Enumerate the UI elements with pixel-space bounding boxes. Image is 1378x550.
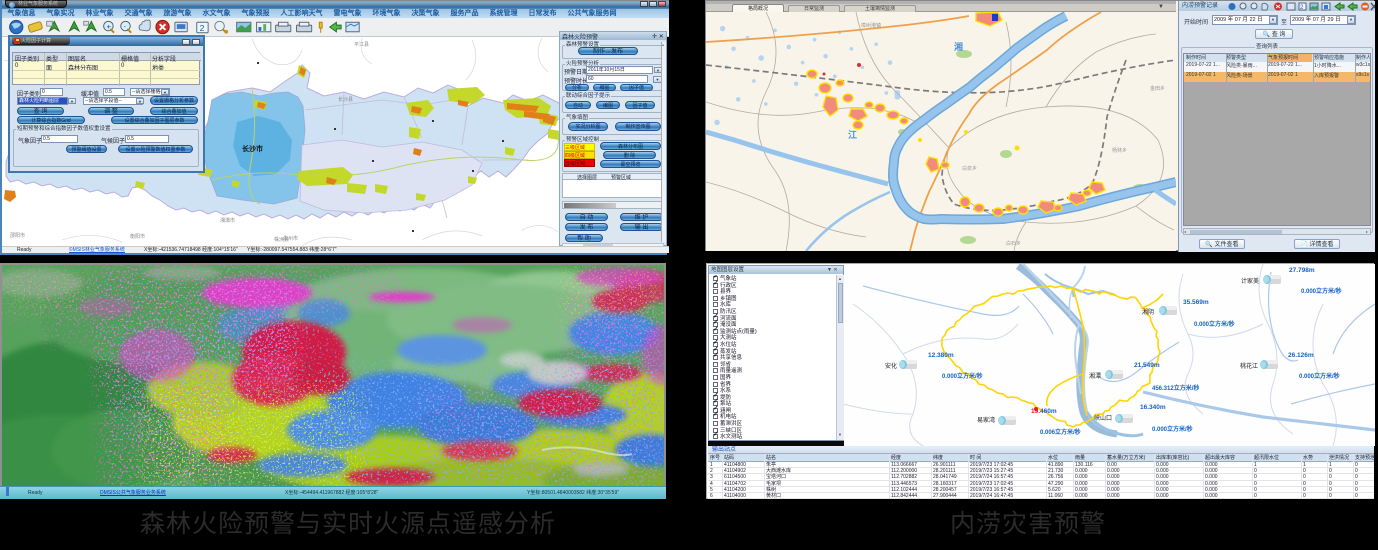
svg-text:衡阳市: 衡阳市 (130, 233, 145, 240)
svg-text:湘阴: 湘阴 (1142, 308, 1154, 316)
svg-text:湘潭: 湘潭 (1089, 372, 1101, 380)
svg-text:长沙县: 长沙县 (338, 96, 353, 103)
svg-text:27.798m: 27.798m (1289, 267, 1315, 274)
svg-text:456.312立方米/秒: 456.312立方米/秒 (1152, 384, 1199, 392)
svg-text:12.380m: 12.380m (928, 352, 954, 359)
svg-text:邵阳市: 邵阳市 (10, 232, 25, 239)
svg-text:21.549m: 21.549m (1134, 362, 1160, 369)
svg-text:峡山口: 峡山口 (1094, 414, 1112, 422)
svg-text:0.006立方米/秒: 0.006立方米/秒 (1040, 428, 1081, 436)
svg-text:2: 2 (200, 23, 205, 33)
svg-text:杨林乡: 杨林乡 (1112, 147, 1127, 154)
svg-text:安化: 安化 (885, 362, 897, 370)
svg-text:白泉乡: 白泉乡 (962, 165, 977, 172)
svg-text:-: - (124, 23, 126, 30)
svg-text:易家湾: 易家湾 (977, 416, 995, 424)
svg-text:0.000立方米/秒: 0.000立方米/秒 (1194, 320, 1235, 328)
svg-text:0.000立方米/秒: 0.000立方米/秒 (942, 372, 983, 380)
svg-text:0.000立方米/秒: 0.000立方米/秒 (1152, 425, 1193, 433)
svg-text:35.569m: 35.569m (1183, 299, 1209, 306)
svg-text:江: 江 (848, 129, 857, 140)
svg-text:0.000立方米/秒: 0.000立方米/秒 (1301, 287, 1342, 295)
svg-text:计家美: 计家美 (1241, 277, 1259, 285)
svg-text:桃花江: 桃花江 (1240, 362, 1258, 370)
svg-text:平江县: 平江县 (354, 41, 369, 48)
svg-text:16.340m: 16.340m (1140, 404, 1166, 411)
svg-text:湘: 湘 (954, 41, 963, 52)
svg-text:长沙市: 长沙市 (242, 144, 263, 153)
svg-text:26.126m: 26.126m (1288, 352, 1314, 359)
svg-text:白石乡: 白石乡 (1006, 240, 1021, 247)
svg-text:樟树港镇: 樟树港镇 (861, 22, 881, 29)
svg-text:0.000立方米/秒: 0.000立方米/秒 (1299, 372, 1340, 380)
svg-text:永州市: 永州市 (283, 235, 298, 242)
svg-text:湘潭市: 湘潭市 (220, 217, 235, 224)
svg-text:金田乡: 金田乡 (1150, 85, 1165, 92)
